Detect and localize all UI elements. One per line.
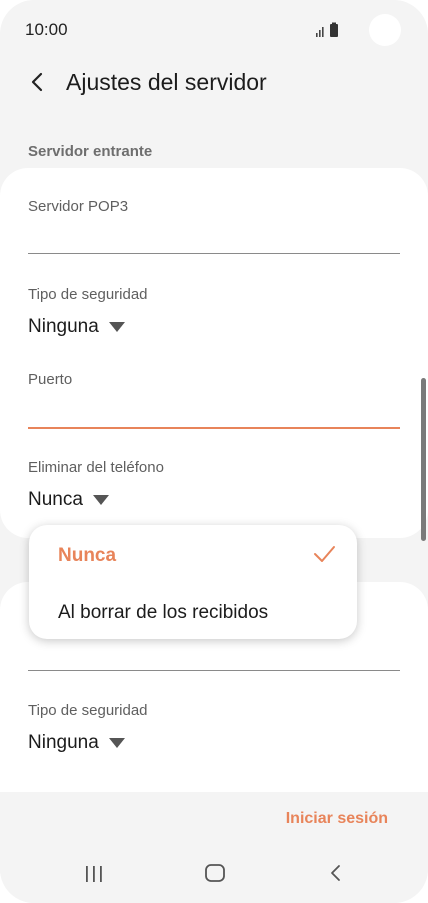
port-underline	[28, 427, 400, 429]
dropdown-arrow-icon	[92, 495, 109, 505]
outgoing-security-type-value: Ninguna	[28, 732, 99, 753]
delete-from-phone-value: Nunca	[28, 489, 83, 510]
incoming-server-card: Servidor POP3 Tipo de seguridad Ninguna …	[0, 168, 428, 538]
outgoing-security-type-label: Tipo de seguridad	[28, 702, 148, 719]
delete-from-phone-label: Eliminar del teléfono	[28, 459, 164, 476]
page-title: Ajustes del servidor	[66, 69, 267, 95]
chevron-left-icon	[31, 72, 43, 92]
app-bar: Ajustes del servidor	[0, 58, 428, 108]
status-time: 10:00	[25, 20, 68, 39]
dropdown-option-never[interactable]: Nunca	[58, 545, 116, 567]
security-type-select[interactable]: Ninguna	[28, 316, 125, 338]
bottom-bar: Iniciar sesión	[0, 792, 428, 903]
port-input[interactable]	[28, 396, 400, 424]
status-bar: 10:00	[0, 0, 428, 60]
back-button[interactable]	[22, 66, 54, 98]
pop3-server-underline	[28, 253, 400, 254]
dropdown-option-when-deleted-from-inbox[interactable]: Al borrar de los recibidos	[58, 602, 268, 624]
security-type-label: Tipo de seguridad	[28, 286, 148, 303]
camera-cutout	[369, 14, 401, 46]
delete-option-dropdown: Nunca Al borrar de los recibidos	[29, 525, 357, 639]
dropdown-arrow-icon	[108, 738, 125, 748]
sign-in-button[interactable]: Iniciar sesión	[286, 810, 388, 828]
recent-apps-icon[interactable]	[84, 865, 104, 883]
phone-screen: 10:00 Ajustes del servidor Servidor entr…	[0, 0, 428, 903]
check-icon	[314, 546, 335, 562]
security-type-value: Ninguna	[28, 316, 99, 337]
back-icon[interactable]	[326, 863, 346, 883]
pop3-server-input[interactable]	[28, 224, 400, 252]
section-incoming-label: Servidor entrante	[28, 143, 153, 160]
scrollbar[interactable]	[421, 378, 426, 541]
signal-battery-icon	[316, 22, 338, 37]
port-label: Puerto	[28, 371, 73, 388]
home-icon[interactable]	[204, 863, 226, 883]
pop3-server-label: Servidor POP3	[28, 198, 129, 215]
outgoing-field-underline	[28, 670, 400, 671]
delete-from-phone-select[interactable]: Nunca	[28, 489, 109, 511]
outgoing-security-type-select[interactable]: Ninguna	[28, 732, 125, 754]
dropdown-arrow-icon	[108, 322, 125, 332]
